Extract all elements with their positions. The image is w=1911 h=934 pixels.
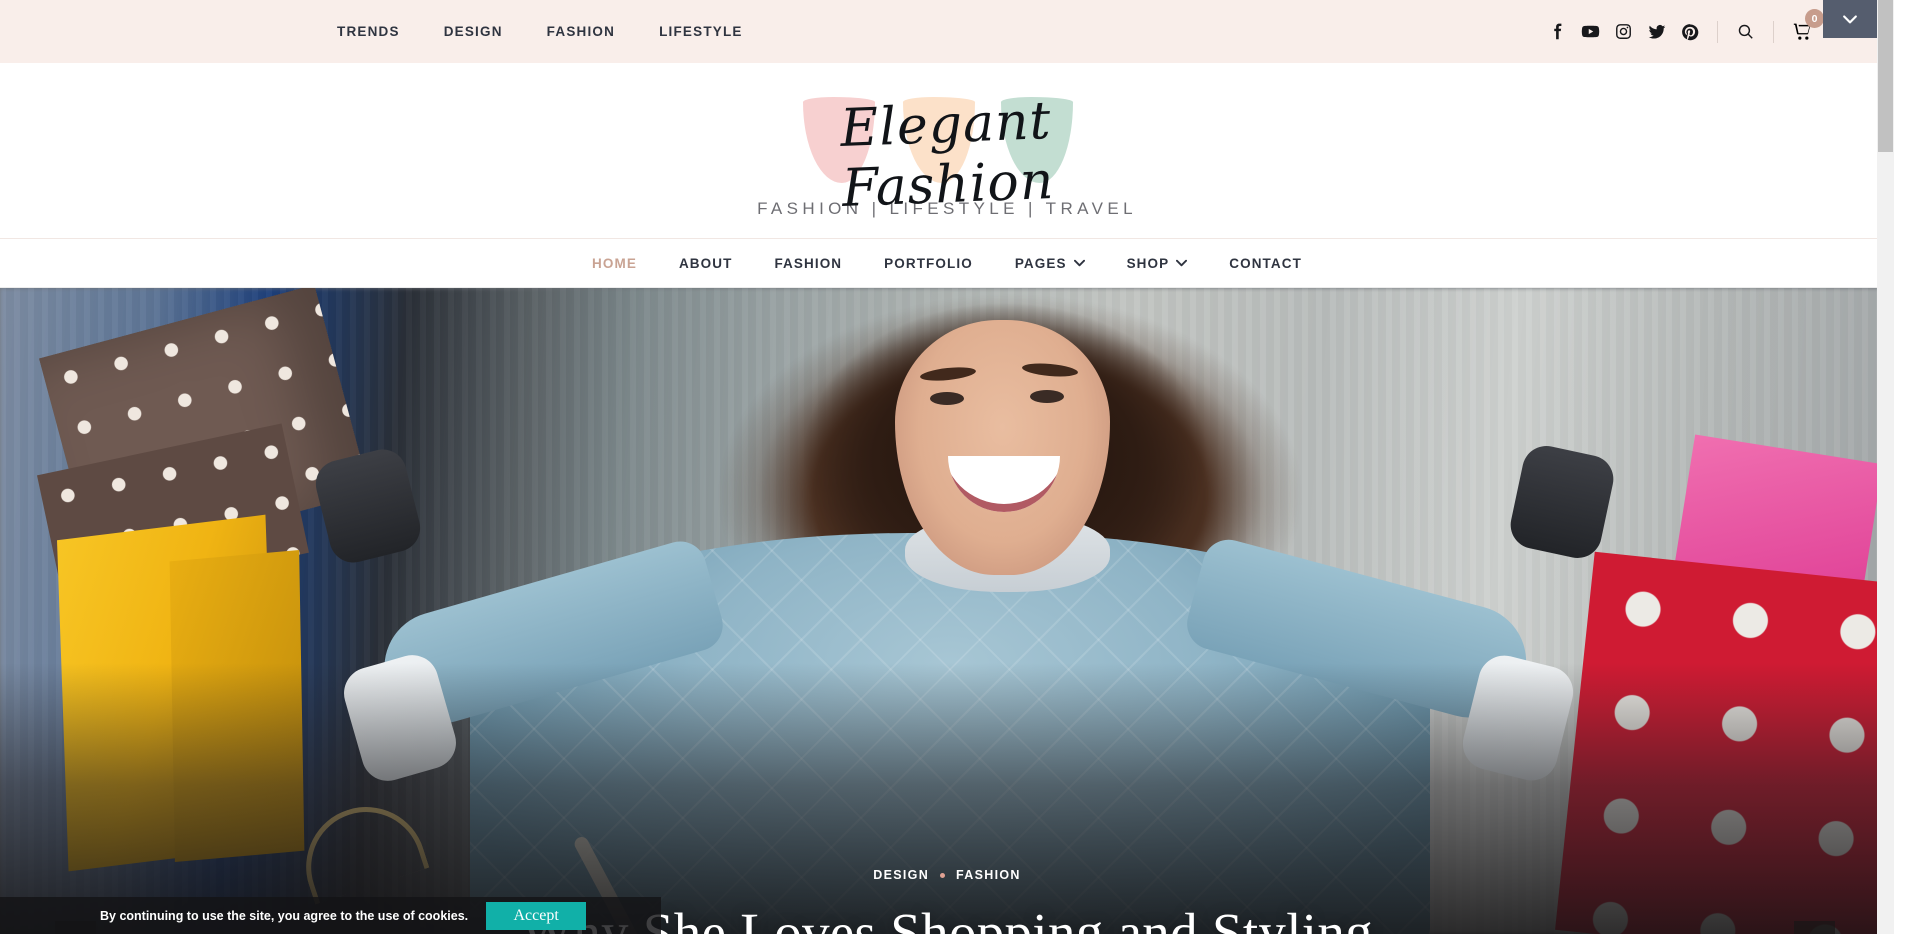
twitter-icon[interactable] — [1640, 15, 1673, 48]
instagram-icon[interactable] — [1607, 15, 1640, 48]
hero-categories: DESIGN FASHION — [0, 868, 1894, 882]
nav-label: FASHION — [774, 255, 843, 271]
cookie-consent-bar: By continuing to use the site, you agree… — [0, 897, 661, 934]
logo-text: Elegant Fashion — [839, 90, 1056, 219]
cart-count-badge: 0 — [1805, 9, 1824, 28]
nav-item-about[interactable]: ABOUT — [658, 256, 754, 271]
nav-item-shop[interactable]: SHOP — [1106, 256, 1209, 271]
nav-label: PORTFOLIO — [884, 255, 973, 271]
divider — [1717, 20, 1718, 43]
hero-category-design[interactable]: DESIGN — [873, 868, 929, 882]
top-bar: TRENDS DESIGN FASHION LIFESTYLE 0 — [0, 0, 1894, 63]
nav-item-portfolio[interactable]: PORTFOLIO — [863, 256, 994, 271]
nav-label: PAGES — [1014, 255, 1067, 271]
site-logo[interactable]: Elegant Fashion — [737, 83, 1157, 219]
main-navigation: HOME ABOUT FASHION PORTFOLIO PAGES SHOP … — [0, 238, 1894, 288]
cookie-accept-button[interactable]: Accept — [486, 901, 587, 930]
chevron-down-icon — [1176, 259, 1188, 267]
model-eye-right — [1030, 390, 1064, 403]
page-scrollbar[interactable] — [1877, 0, 1894, 934]
brand-header: Elegant Fashion FASHION | LIFESTYLE | TR… — [0, 63, 1894, 238]
nav-label: CONTACT — [1229, 255, 1302, 271]
cookie-message: By continuing to use the site, you agree… — [100, 908, 469, 923]
topnav-item-lifestyle[interactable]: LIFESTYLE — [637, 24, 765, 39]
nav-label: HOME — [592, 255, 637, 271]
hero-image — [0, 288, 1894, 934]
chevron-down-icon — [1073, 259, 1085, 267]
nav-label: SHOP — [1126, 255, 1170, 271]
chevron-down-icon — [1843, 15, 1857, 24]
slider-next-button[interactable] — [1794, 921, 1835, 934]
nav-label: ABOUT — [678, 255, 733, 271]
youtube-icon[interactable] — [1574, 15, 1607, 48]
topnav-item-trends[interactable]: TRENDS — [337, 24, 422, 39]
nav-item-fashion[interactable]: FASHION — [753, 256, 863, 271]
divider — [1773, 20, 1774, 43]
top-bar-actions: 0 — [1541, 0, 1824, 63]
search-icon[interactable] — [1729, 15, 1762, 48]
pinterest-icon[interactable] — [1673, 15, 1706, 48]
page-root: TRENDS DESIGN FASHION LIFESTYLE 0 Elegan… — [0, 0, 1894, 934]
nav-item-contact[interactable]: CONTACT — [1208, 256, 1323, 271]
hero-category-fashion[interactable]: FASHION — [956, 868, 1021, 882]
nav-item-pages[interactable]: PAGES — [994, 256, 1106, 271]
top-bar-nav: TRENDS DESIGN FASHION LIFESTYLE — [337, 24, 765, 39]
nav-item-home[interactable]: HOME — [571, 256, 658, 271]
facebook-icon[interactable] — [1541, 15, 1574, 48]
collapse-toggle-button[interactable] — [1823, 0, 1877, 38]
topnav-item-fashion[interactable]: FASHION — [525, 24, 637, 39]
model-eye-left — [930, 392, 964, 405]
category-separator-dot — [940, 872, 946, 878]
hero-slider: DESIGN FASHION Why She Loves Shopping an… — [0, 288, 1894, 934]
topnav-item-design[interactable]: DESIGN — [422, 24, 525, 39]
scrollbar-thumb[interactable] — [1878, 0, 1893, 152]
cart-button[interactable]: 0 — [1785, 9, 1824, 48]
